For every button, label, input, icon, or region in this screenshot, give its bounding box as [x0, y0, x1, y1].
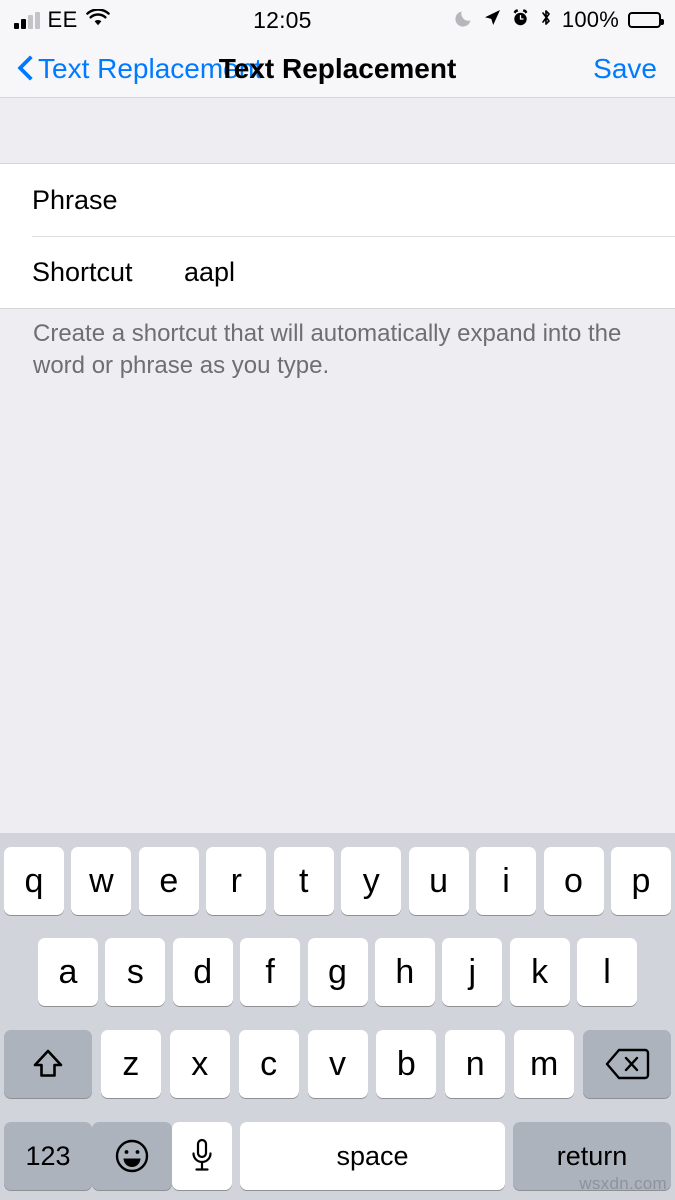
dictation-key[interactable]: [172, 1122, 232, 1190]
numbers-key[interactable]: 123: [4, 1122, 92, 1190]
key-g[interactable]: g: [307, 938, 368, 1006]
key-u[interactable]: u: [408, 847, 469, 915]
shift-key[interactable]: [4, 1030, 92, 1098]
status-bar-right: 100%: [455, 7, 664, 33]
key-o[interactable]: o: [543, 847, 604, 915]
shortcut-input[interactable]: aapl: [184, 257, 235, 288]
key-p[interactable]: p: [610, 847, 671, 915]
key-m[interactable]: m: [514, 1030, 575, 1098]
key-d[interactable]: d: [172, 938, 233, 1006]
chevron-left-icon: [18, 56, 33, 82]
key-a[interactable]: a: [38, 938, 98, 1006]
on-screen-keyboard: q w e r t y u i o p a s d f g h j k l z …: [0, 833, 675, 1200]
do-not-disturb-moon-icon: [455, 7, 474, 33]
return-key[interactable]: return: [513, 1122, 671, 1190]
key-b[interactable]: b: [376, 1030, 437, 1098]
key-s[interactable]: s: [105, 938, 166, 1006]
navigation-bar: Text Replacement Text Replacement Save: [0, 40, 675, 98]
wifi-icon: [86, 7, 110, 33]
carrier-label: EE: [47, 7, 78, 32]
back-button[interactable]: Text Replacement: [18, 53, 262, 85]
location-arrow-icon: [483, 7, 502, 33]
key-l[interactable]: l: [577, 938, 637, 1006]
status-bar: EE 12:05 100%: [0, 0, 675, 40]
key-w[interactable]: w: [71, 847, 132, 915]
key-c[interactable]: c: [238, 1030, 299, 1098]
key-n[interactable]: n: [445, 1030, 506, 1098]
status-bar-clock: 12:05: [253, 6, 312, 33]
key-x[interactable]: x: [169, 1030, 230, 1098]
space-key[interactable]: space: [240, 1122, 505, 1190]
emoji-key[interactable]: [92, 1122, 172, 1190]
battery-icon: [628, 12, 664, 28]
key-i[interactable]: i: [476, 847, 537, 915]
key-k[interactable]: k: [509, 938, 570, 1006]
phrase-label: Phrase: [32, 184, 118, 215]
keyboard-row-2: a s d f g h j k l: [0, 938, 675, 1006]
keyboard-row-3: z x c v b n m: [0, 1030, 675, 1098]
bluetooth-icon: [539, 7, 553, 33]
key-v[interactable]: v: [307, 1030, 368, 1098]
back-button-label: Text Replacement: [38, 52, 263, 84]
alarm-clock-icon: [511, 7, 530, 33]
key-q[interactable]: q: [4, 847, 64, 915]
signal-bars-icon: [14, 11, 40, 29]
key-y[interactable]: y: [341, 847, 402, 915]
key-f[interactable]: f: [240, 938, 301, 1006]
battery-percent-label: 100%: [561, 7, 619, 32]
save-button[interactable]: Save: [593, 53, 657, 85]
shortcut-row[interactable]: Shortcut aapl: [0, 236, 675, 308]
key-j[interactable]: j: [442, 938, 503, 1006]
key-z[interactable]: z: [100, 1030, 161, 1098]
form-footer-note: Create a shortcut that will automaticall…: [33, 320, 622, 379]
key-h[interactable]: h: [374, 938, 435, 1006]
key-t[interactable]: t: [273, 847, 334, 915]
text-replacement-form: Phrase Shortcut aapl: [0, 163, 675, 309]
status-bar-left: EE: [14, 7, 110, 33]
key-e[interactable]: e: [138, 847, 199, 915]
backspace-key[interactable]: [583, 1030, 671, 1098]
shortcut-label: Shortcut: [32, 256, 133, 287]
table-top-spacer: [0, 99, 675, 163]
phrase-row[interactable]: Phrase: [0, 164, 675, 236]
key-r[interactable]: r: [206, 847, 267, 915]
keyboard-row-4: 123 space return: [0, 1122, 675, 1190]
keyboard-row-1: q w e r t y u i o p: [0, 847, 675, 915]
